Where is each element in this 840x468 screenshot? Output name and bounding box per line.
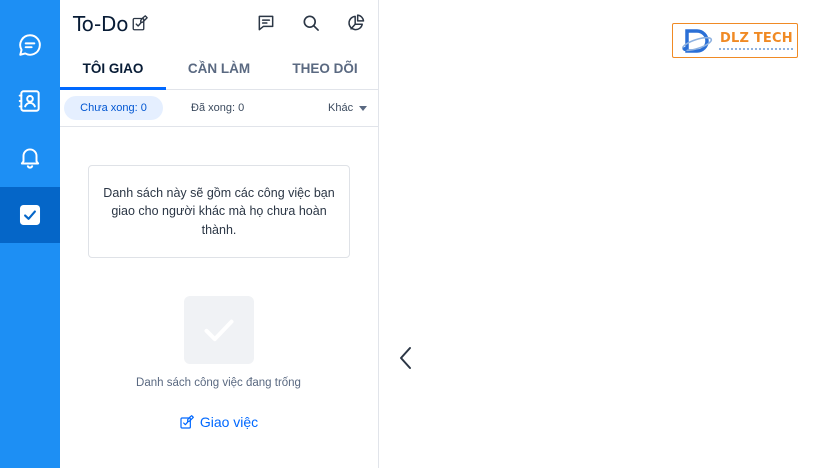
tab-toi-giao[interactable]: TÔI GIAO [60,46,166,90]
search-button[interactable] [298,10,324,36]
nav-item-todo[interactable] [0,187,60,243]
checkbox-icon [19,204,41,226]
nav-item-contacts[interactable] [0,73,60,129]
filter-other-dropdown[interactable]: Khác [328,96,368,120]
stats-button[interactable] [343,10,369,36]
checkmark-icon [204,319,234,342]
panel-title: To-Do [73,12,129,36]
assign-task-button[interactable]: Giao việc [60,414,377,430]
edit-icon[interactable] [131,14,149,32]
nav-item-messages[interactable] [0,17,60,73]
filter-done[interactable]: Đã xong: 0 [191,96,244,120]
contact-card-icon [18,90,40,112]
brand-wordmark: DLZ TECH [720,31,793,46]
empty-state-illustration [184,296,254,364]
brand-mark-icon [681,29,713,53]
pie-chart-icon [348,14,365,31]
filter-other-label: Khác [328,102,354,114]
edit-task-icon [180,415,194,429]
panel-header: To-Do [60,0,379,46]
chevron-left-icon [400,347,411,369]
chat-bubble-icon [19,34,41,56]
todo-tabs: TÔI GIAO CẦN LÀM THEO DÕI [60,46,379,90]
todo-panel: To-Do TÔI GIAO CẦN LÀM THEO DÕI Chưa xon… [60,0,379,468]
info-text: Danh sách này sẽ gồm các công việc bạn g… [103,185,335,237]
assign-task-label: Giao việc [199,414,259,430]
tab-can-lam[interactable]: CẦN LÀM [166,46,272,90]
bell-icon [20,148,40,169]
message-square-icon [258,15,274,31]
caret-down-icon [359,105,368,111]
search-icon [303,15,319,31]
collapse-panel-button[interactable] [396,344,416,372]
brand-logo: DLZ TECH [672,23,798,58]
brand-tagline [719,48,793,50]
tab-theo-doi[interactable]: THEO DÕI [272,46,378,90]
filter-pending-chip[interactable]: Chưa xong: 0 [64,96,163,120]
nav-item-notifications[interactable] [0,129,60,185]
empty-state-text: Danh sách công việc đang trống [136,377,301,389]
nav-rail [0,0,60,468]
message-button[interactable] [253,10,279,36]
info-box: Danh sách này sẽ gồm các công việc bạn g… [88,165,350,258]
filter-bar: Chưa xong: 0 Đã xong: 0 Khác [60,90,379,127]
